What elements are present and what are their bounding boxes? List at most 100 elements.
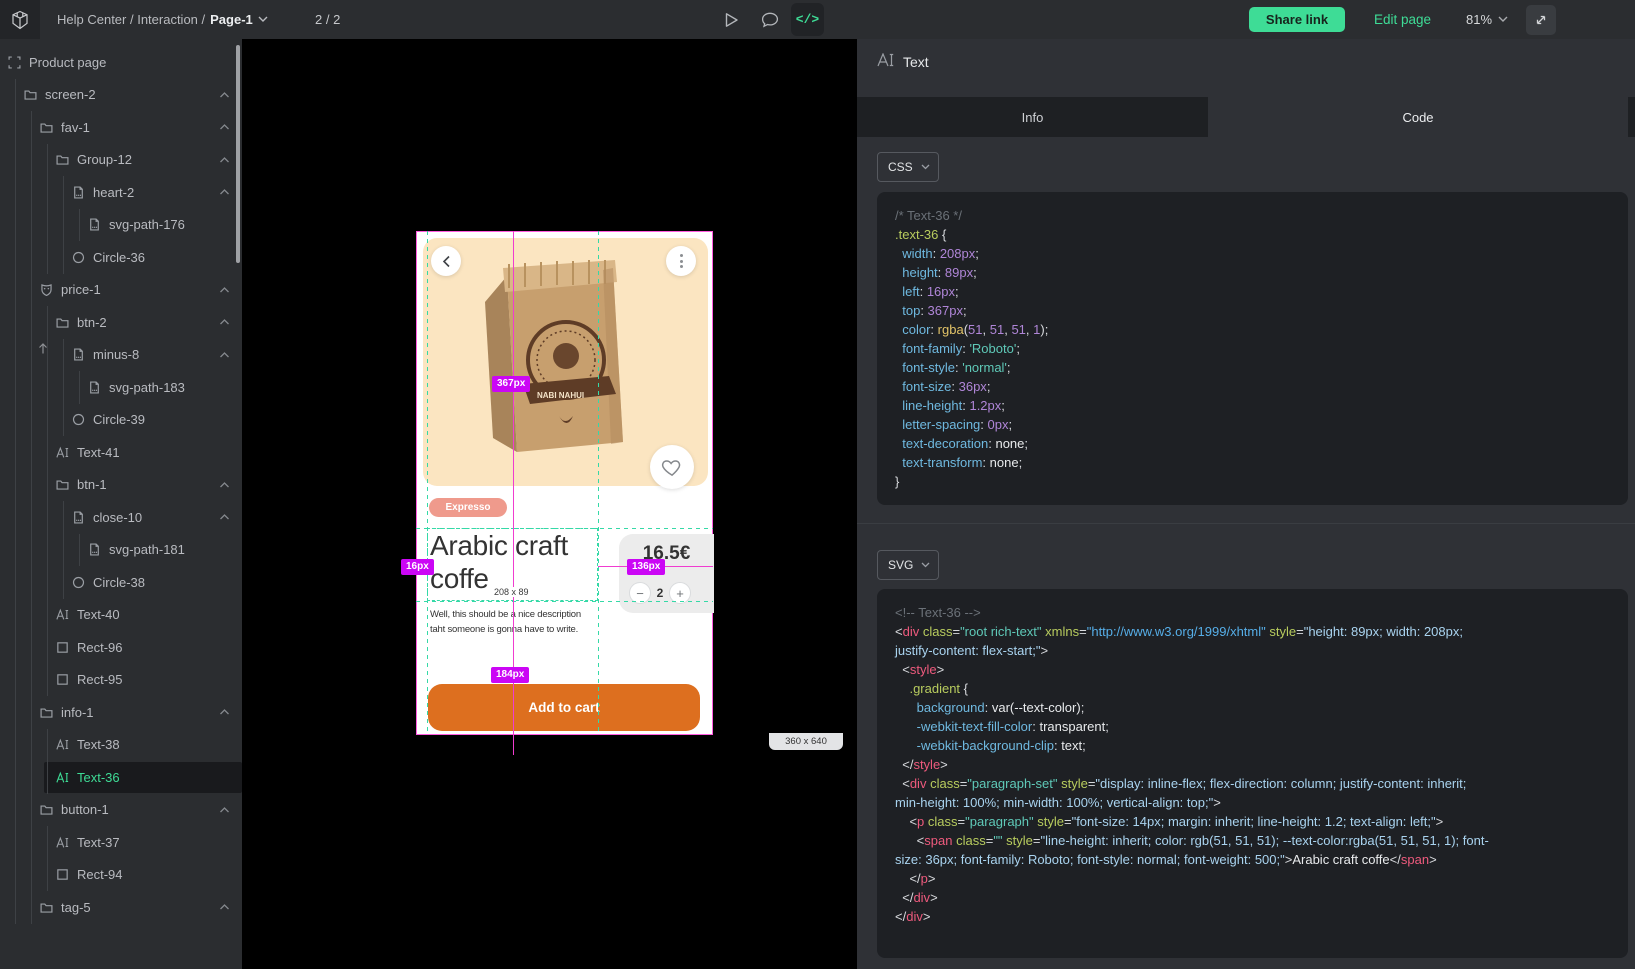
product-tag[interactable]: Expresso — [429, 498, 507, 517]
design-canvas[interactable]: NABI NAHUI Expresso Arabic craft coffe — [242, 39, 857, 969]
file-icon — [88, 381, 101, 394]
panel-tabs: Info Code — [857, 97, 1635, 137]
layer-row-btn-2[interactable]: btn-2 — [0, 306, 242, 339]
layers-sidebar: Product pagescreen-2fav-1Group-12 heart-2… — [0, 39, 242, 969]
chevron-down-icon — [1498, 16, 1508, 23]
chevron-up-icon[interactable] — [219, 188, 230, 196]
rect-icon — [56, 868, 69, 881]
svg-code-block[interactable]: <!-- Text-36 --><div class="root rich-te… — [877, 589, 1628, 958]
chevron-up-icon[interactable] — [219, 513, 230, 521]
layer-row-price-1[interactable]: price-1 — [0, 274, 242, 307]
layer-label: svg-path-176 — [109, 217, 185, 232]
code-line: </style> — [895, 755, 1610, 774]
circle-icon — [72, 251, 85, 264]
guide-line — [427, 231, 428, 735]
artboard[interactable]: NABI NAHUI Expresso Arabic craft coffe — [416, 231, 713, 735]
edit-page-label: Edit page — [1374, 12, 1431, 27]
layer-label: Rect-94 — [77, 867, 123, 882]
layer-row-button-1[interactable]: button-1 — [0, 794, 242, 827]
layer-row-rect-94[interactable]: Rect-94 — [0, 859, 242, 892]
css-format-dropdown[interactable]: CSS — [877, 152, 939, 182]
layer-row-product page[interactable]: Product page — [0, 46, 242, 79]
code-mode-button[interactable]: </> — [791, 3, 824, 36]
layer-label: Circle-36 — [93, 250, 145, 265]
code-line: </div> — [895, 907, 1610, 926]
folder-icon — [40, 121, 53, 134]
chevron-up-icon[interactable] — [219, 91, 230, 99]
layer-row-text-37[interactable]: Text-37 — [0, 826, 242, 859]
layer-row-rect-95[interactable]: Rect-95 — [0, 664, 242, 697]
layer-row-svg-path-176[interactable]: svg-path-176 — [0, 209, 242, 242]
add-to-cart-button[interactable]: Add to cart — [428, 684, 700, 731]
play-button[interactable] — [714, 0, 748, 39]
layer-row-svg-path-183[interactable]: svg-path-183 — [0, 371, 242, 404]
chevron-down-icon — [921, 562, 930, 568]
favorite-button[interactable] — [650, 445, 694, 489]
guide-line — [416, 601, 713, 602]
product-tag-label: Expresso — [445, 502, 490, 513]
chevron-up-icon[interactable] — [219, 286, 230, 294]
layer-row-text-38[interactable]: Text-38 — [0, 729, 242, 762]
layer-row-info-1[interactable]: info-1 — [0, 696, 242, 729]
text-type-icon — [877, 53, 895, 70]
zoom-dropdown[interactable]: 81% — [1466, 0, 1508, 39]
layer-row-close-10[interactable]: close-10 — [0, 501, 242, 534]
layer-row-circle-39[interactable]: Circle-39 — [0, 404, 242, 437]
code-line: justify-content: flex-start;"> — [895, 641, 1610, 660]
code-line: <!-- Text-36 --> — [895, 603, 1610, 622]
layer-row-btn-1[interactable]: btn-1 — [0, 469, 242, 502]
layer-row-rect-96[interactable]: Rect-96 — [0, 631, 242, 664]
circle-icon — [72, 576, 85, 589]
file-icon — [72, 511, 85, 524]
edit-page-link[interactable]: Edit page — [1374, 0, 1431, 39]
layer-label: heart-2 — [93, 185, 134, 200]
text-icon — [56, 771, 69, 784]
code-line: height: 89px; — [895, 263, 1610, 282]
code-line: top: 367px; — [895, 301, 1610, 320]
sidebar-scrollbar[interactable] — [236, 45, 240, 263]
play-icon — [724, 12, 739, 28]
chevron-up-icon[interactable] — [219, 156, 230, 164]
zoom-level: 81% — [1466, 12, 1492, 27]
layer-row-svg-path-181[interactable]: svg-path-181 — [0, 534, 242, 567]
layer-row-heart-2[interactable]: heart-2 — [0, 176, 242, 209]
chevron-up-icon[interactable] — [219, 123, 230, 131]
more-options-button[interactable] — [666, 246, 696, 276]
code-line: text-transform: none; — [895, 453, 1610, 472]
heart-icon — [661, 457, 683, 477]
code-line: font-size: 36px; — [895, 377, 1610, 396]
comment-button[interactable] — [753, 0, 787, 39]
code-icon: </> — [796, 12, 819, 27]
tab-code[interactable]: Code — [1208, 97, 1628, 137]
layer-label: Circle-39 — [93, 412, 145, 427]
chevron-up-icon[interactable] — [219, 903, 230, 911]
file-icon — [72, 348, 85, 361]
app-logo[interactable] — [0, 0, 40, 39]
chevron-up-icon[interactable] — [219, 806, 230, 814]
code-line: -webkit-background-clip: text; — [895, 736, 1610, 755]
breadcrumb[interactable]: Help Center / Interaction / Page-1 — [57, 0, 268, 39]
layer-row-text-41[interactable]: Text-41 — [0, 436, 242, 469]
share-link-button[interactable]: Share link — [1249, 7, 1345, 32]
layer-row-circle-38[interactable]: Circle-38 — [0, 566, 242, 599]
svg-format-dropdown[interactable]: SVG — [877, 550, 939, 580]
fullscreen-button[interactable] — [1526, 5, 1556, 35]
layer-row-tag-5[interactable]: tag-5 — [0, 891, 242, 924]
layer-row-group-12[interactable]: Group-12 — [0, 144, 242, 177]
layer-label: button-1 — [61, 802, 109, 817]
layer-label: btn-1 — [77, 477, 107, 492]
chevron-up-icon[interactable] — [219, 481, 230, 489]
chevron-up-icon[interactable] — [219, 318, 230, 326]
layer-row-circle-36[interactable]: Circle-36 — [0, 241, 242, 274]
layer-row-text-40[interactable]: Text-40 — [0, 599, 242, 632]
back-button[interactable] — [431, 246, 461, 276]
layer-row-fav-1[interactable]: fav-1 — [0, 111, 242, 144]
text-icon — [56, 446, 69, 459]
chevron-up-icon[interactable] — [219, 351, 230, 359]
css-code-block[interactable]: /* Text-36 */.text-36 { width: 208px; he… — [877, 192, 1628, 505]
chevron-up-icon[interactable] — [219, 708, 230, 716]
layer-row-screen-2[interactable]: screen-2 — [0, 79, 242, 112]
layer-row-text-36[interactable]: Text-36 — [0, 761, 242, 794]
code-line: line-height: 1.2px; — [895, 396, 1610, 415]
tab-info[interactable]: Info — [857, 97, 1208, 137]
